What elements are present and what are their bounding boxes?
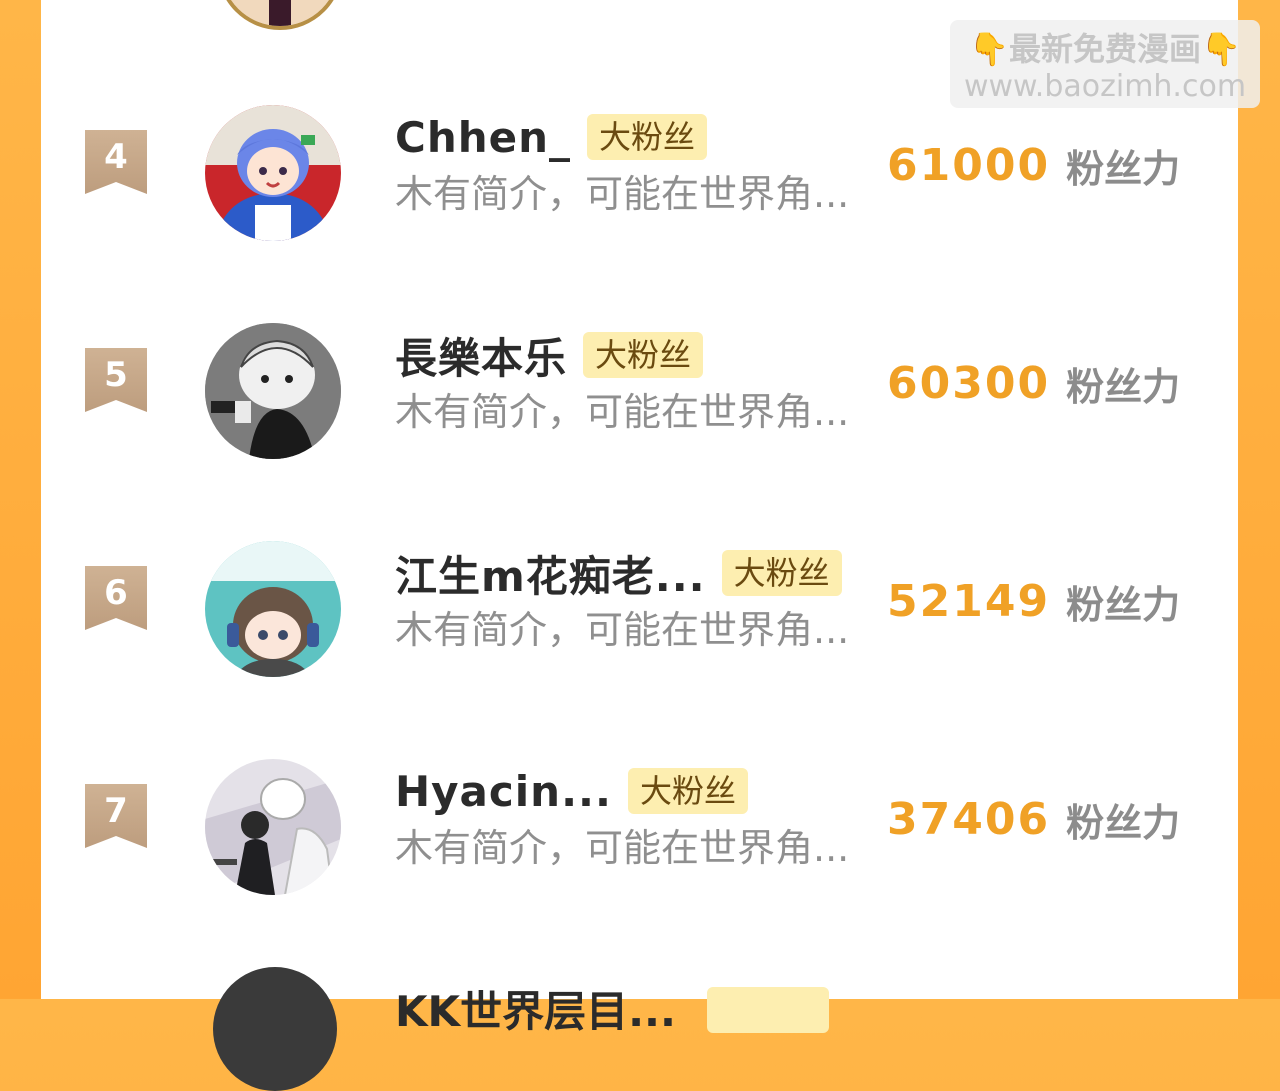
next-username[interactable]: KK世界层目...: [395, 985, 676, 1039]
rank-number: 4: [104, 137, 128, 177]
fan-level-tag: 大粉丝: [587, 114, 708, 160]
next-user-avatar[interactable]: [213, 967, 337, 1091]
user-intro: 木有简介，可能在世界角...: [395, 608, 850, 652]
watermark-url: www.baozimh.com: [963, 69, 1247, 104]
rank-badge: 4: [85, 130, 147, 194]
ranking-row[interactable]: 7 Hyacin... 大粉丝 木有简介，可能在世界角... 37406 粉丝力: [41, 748, 1238, 908]
fan-level-tag: 大粉丝: [627, 768, 748, 814]
fan-power-score: 61000 粉丝力: [887, 139, 1187, 191]
user-intro: 木有简介，可能在世界角...: [395, 172, 850, 216]
name-line: Chhen_ 大粉丝: [395, 110, 708, 164]
score-unit: 粉丝力: [1066, 146, 1181, 191]
pointing-down-icon: 👇: [1201, 30, 1241, 68]
username[interactable]: Chhen_: [395, 113, 571, 162]
score-unit: 粉丝力: [1066, 364, 1181, 409]
score-value: 61000: [887, 139, 1051, 191]
username[interactable]: 江生m花痴老...: [395, 543, 706, 604]
user-avatar[interactable]: [205, 541, 341, 677]
rank-number: 6: [104, 573, 128, 613]
fan-ranking-list: 4 Chhen_ 大粉丝 木有简介，可能在世界角... 61000 粉丝力 5 …: [41, 0, 1238, 999]
rank-badge: 5: [85, 348, 147, 412]
ranking-panel: 4 Chhen_ 大粉丝 木有简介，可能在世界角... 61000 粉丝力 5 …: [41, 0, 1238, 1091]
fan-power-score: 37406 粉丝力: [887, 793, 1187, 845]
username[interactable]: Hyacin...: [395, 767, 612, 816]
score-value: 37406: [887, 793, 1051, 845]
user-avatar[interactable]: [205, 105, 341, 241]
score-value: 52149: [887, 575, 1051, 627]
fan-level-tag: 大粉丝: [721, 550, 842, 596]
user-avatar[interactable]: [205, 759, 341, 895]
rank-badge: 7: [85, 784, 147, 848]
fan-power-score: 52149 粉丝力: [887, 575, 1187, 627]
user-avatar[interactable]: [205, 323, 341, 459]
ranking-row[interactable]: 4 Chhen_ 大粉丝 木有简介，可能在世界角... 61000 粉丝力: [41, 94, 1238, 254]
ranking-row[interactable]: 6 江生m花痴老... 大粉丝 木有简介，可能在世界角... 52149 粉丝力: [41, 530, 1238, 690]
rank-badge: 6: [85, 566, 147, 630]
ranking-row[interactable]: 5 長樂本乐 大粉丝 木有简介，可能在世界角... 60300 粉丝力: [41, 312, 1238, 472]
rank-number: 5: [104, 355, 128, 395]
site-watermark: 👇最新免费漫画👇 www.baozimh.com: [950, 20, 1260, 108]
user-intro: 木有简介，可能在世界角...: [395, 826, 850, 870]
rank-number: 7: [104, 791, 128, 831]
fan-power-score: 60300 粉丝力: [887, 357, 1187, 409]
manga-character-avatar-icon: [205, 323, 341, 459]
next-fan-level-tag: [707, 987, 829, 1033]
anime-illustration-avatar-icon: [205, 759, 341, 895]
pointing-down-icon: 👇: [969, 30, 1009, 68]
watermark-slogan: 最新免费漫画: [1008, 30, 1201, 68]
username[interactable]: 長樂本乐: [395, 325, 567, 386]
score-value: 60300: [887, 357, 1051, 409]
name-line: Hyacin... 大粉丝: [395, 764, 748, 818]
user-intro: 木有简介，可能在世界角...: [395, 390, 850, 434]
name-line: 江生m花痴老... 大粉丝: [395, 546, 842, 601]
score-unit: 粉丝力: [1066, 800, 1181, 845]
anime-girl-avatar-icon: [205, 105, 341, 241]
chibi-character-avatar-icon: [205, 541, 341, 677]
watermark-line-1: 👇最新免费漫画👇: [950, 28, 1260, 70]
name-line: 長樂本乐 大粉丝: [395, 328, 704, 383]
fan-level-tag: 大粉丝: [583, 332, 704, 378]
score-unit: 粉丝力: [1066, 582, 1181, 627]
